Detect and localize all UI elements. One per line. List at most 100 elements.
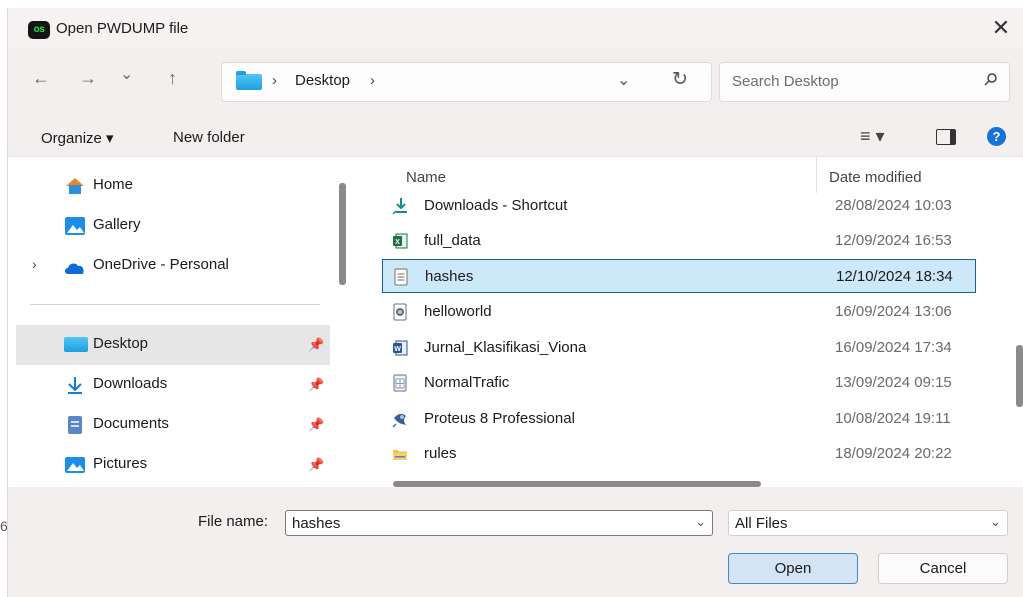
file-name: Downloads - Shortcut [424, 197, 568, 214]
app-logo-icon: os [28, 21, 50, 39]
sidebar-item-label: Home [93, 176, 134, 193]
expand-chevron-icon[interactable]: › [32, 256, 37, 272]
desktop-folder-icon [64, 337, 88, 352]
breadcrumb-desktop[interactable]: Desktop [295, 72, 350, 89]
download-icon [68, 377, 82, 394]
back-button[interactable]: ← [32, 68, 50, 89]
gallery-icon [65, 217, 85, 235]
home-icon [66, 178, 84, 194]
file-date: 12/10/2024 18:34 [836, 268, 953, 285]
chevron-down-icon: ⌄ [990, 514, 1001, 529]
file-date: 13/09/2024 09:15 [835, 374, 952, 391]
up-button[interactable]: ↑ [168, 68, 177, 89]
file-name: full_data [424, 232, 481, 249]
file-name-dropdown-icon[interactable]: ⌄ [695, 514, 706, 530]
text-file-icon [394, 268, 408, 286]
help-icon[interactable]: ? [987, 127, 1006, 146]
file-row[interactable]: NormalTrafic 13/09/2024 09:15 [382, 366, 976, 400]
file-name: Proteus 8 Professional [424, 410, 575, 427]
sort-ascending-icon: ^ [596, 157, 602, 161]
file-name-field[interactable]: hashes ⌄ [285, 510, 713, 536]
folder-icon [393, 450, 407, 460]
title-bar: os Open PWDUMP file ✕ [8, 8, 1023, 48]
column-header-label: Name [406, 169, 447, 186]
close-button[interactable]: ✕ [978, 8, 1023, 48]
sidebar-item-label: Pictures [93, 455, 148, 472]
proteus-shortcut-icon [392, 413, 406, 428]
preview-pane-icon[interactable] [936, 129, 956, 145]
file-name: NormalTrafic [424, 374, 510, 391]
view-options-button[interactable]: ≡ ▾ [860, 126, 885, 147]
column-header-name[interactable]: Name [406, 169, 446, 186]
sidebar-scrollbar[interactable] [339, 183, 346, 285]
pictures-icon [65, 457, 85, 473]
csv-file-icon [393, 374, 407, 392]
file-name-label: File name: [198, 513, 269, 530]
file-row-selected[interactable]: hashes 12/10/2024 18:34 [382, 259, 976, 293]
recent-locations-button[interactable]: ⌄ [120, 64, 133, 84]
excel-file-icon: X [393, 233, 408, 249]
sidebar-item-label: OneDrive - Personal [93, 256, 229, 273]
address-dropdown-button[interactable]: ⌄ [617, 70, 630, 90]
sidebar-item-label: Gallery [93, 216, 141, 233]
file-name: helloworld [424, 303, 492, 320]
column-divider[interactable] [816, 157, 817, 193]
dialog-title: Open PWDUMP file [56, 20, 189, 37]
pin-icon: 📌 [308, 337, 325, 352]
file-row[interactable]: Downloads - Shortcut 28/08/2024 10:03 [382, 189, 976, 223]
file-type-value: All Files [735, 515, 788, 532]
file-date: 16/09/2024 17:34 [835, 339, 952, 356]
open-button[interactable]: Open [728, 553, 858, 584]
file-name: hashes [425, 268, 474, 285]
sidebar-item-desktop[interactable]: Desktop 📌 [16, 325, 330, 365]
desktop-folder-icon [236, 71, 262, 90]
search-icon[interactable] [984, 73, 997, 86]
vertical-scrollbar[interactable] [1016, 345, 1023, 407]
onedrive-icon [65, 263, 84, 274]
shortcut-download-icon [392, 198, 407, 215]
file-date: 18/09/2024 20:22 [835, 445, 952, 462]
pin-icon: 📌 [308, 457, 325, 472]
sidebar-item-home[interactable]: Home [8, 166, 330, 206]
search-box[interactable]: Search Desktop [719, 62, 1010, 102]
search-input[interactable]: Search Desktop [732, 73, 839, 90]
sidebar-item-documents[interactable]: Documents 📌 [8, 405, 330, 445]
sidebar-item-pictures[interactable]: Pictures 📌 [8, 445, 330, 485]
file-row[interactable]: helloworld 16/09/2024 13:06 [382, 295, 976, 329]
navigation-bar: ← → ⌄ ↑ › Desktop › ⌄ ↻ Search Desktop [8, 48, 1023, 116]
new-folder-button[interactable]: New folder [173, 129, 245, 146]
organize-button[interactable]: Organize ▾ [41, 129, 114, 147]
file-date: 12/09/2024 16:53 [835, 232, 952, 249]
sidebar-item-onedrive[interactable]: › OneDrive - Personal [8, 246, 330, 286]
nav-divider [30, 304, 320, 305]
sidebar-item-label: Desktop [93, 335, 149, 352]
sidebar-item-gallery[interactable]: Gallery [8, 206, 330, 246]
file-date: 10/08/2024 19:11 [835, 410, 951, 427]
file-row[interactable]: W Jurnal_Klasifikasi_Viona 16/09/2024 17… [382, 331, 976, 365]
file-name: rules [424, 445, 457, 462]
pin-icon: 📌 [308, 377, 325, 392]
command-bar: Organize ▾ New folder ≡ ▾ ? [8, 116, 1023, 157]
forward-button[interactable]: → [79, 68, 97, 89]
refresh-button[interactable]: ↻ [672, 68, 688, 91]
pin-icon: 📌 [308, 417, 325, 432]
open-file-dialog: os Open PWDUMP file ✕ ← → ⌄ ↑ › Desktop … [7, 8, 1023, 597]
column-header-date[interactable]: Date modified [829, 169, 922, 186]
file-row[interactable]: rules 18/09/2024 20:22 [382, 437, 976, 471]
file-row[interactable]: Proteus 8 Professional 10/08/2024 19:11 [382, 402, 976, 436]
address-bar[interactable]: › Desktop › ⌄ ↻ [221, 62, 712, 102]
breadcrumb-separator[interactable]: › [370, 72, 375, 89]
file-name-value[interactable]: hashes [292, 515, 340, 532]
svg-text:X: X [395, 239, 400, 246]
file-list: Name ^ Date modified Downloads - Shortcu… [362, 157, 1023, 487]
breadcrumb-separator: › [272, 72, 277, 89]
sidebar-item-label: Downloads [93, 375, 168, 392]
cancel-button[interactable]: Cancel [878, 553, 1008, 584]
sidebar-item-label: Documents [93, 415, 169, 432]
documents-icon [68, 416, 82, 434]
file-row[interactable]: X full_data 12/09/2024 16:53 [382, 224, 976, 258]
sidebar-item-downloads[interactable]: Downloads 📌 [8, 365, 330, 405]
background-edge: 6 [0, 8, 8, 597]
file-type-select[interactable]: All Files ⌄ [728, 510, 1008, 536]
file-date: 16/09/2024 13:06 [835, 303, 952, 320]
